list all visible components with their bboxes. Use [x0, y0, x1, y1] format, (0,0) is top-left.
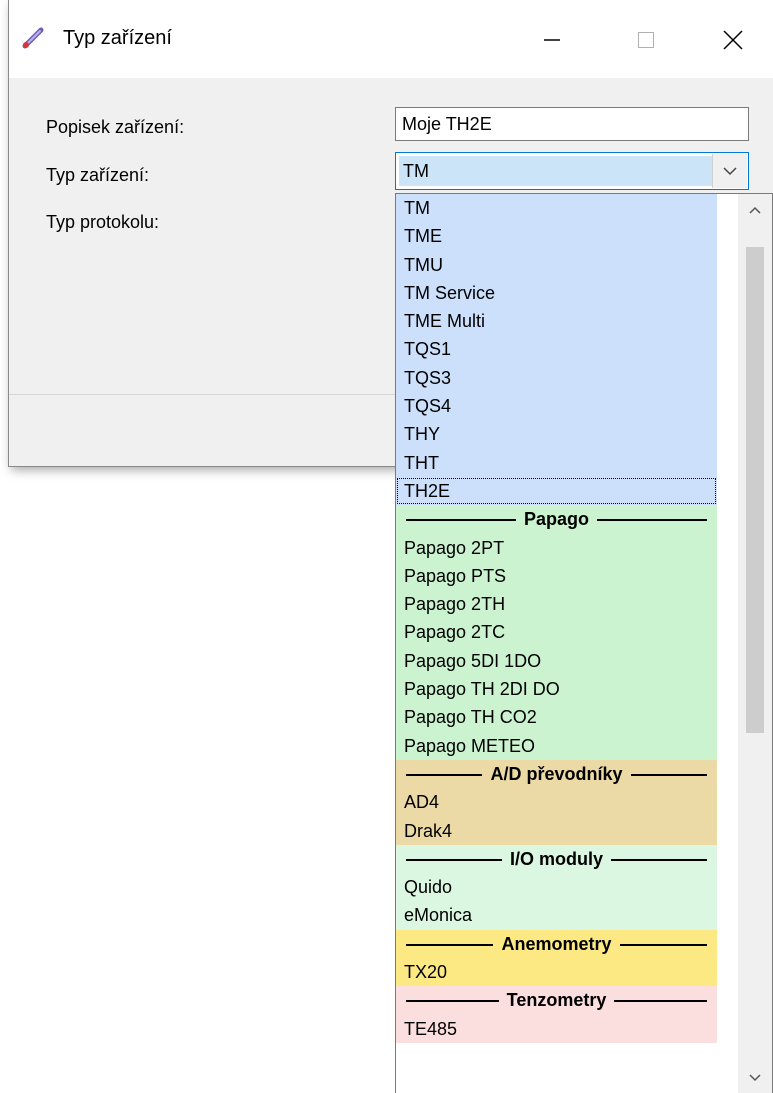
list-item[interactable]: TM — [396, 194, 717, 223]
list-group-header: A/D převodníky — [396, 759, 717, 789]
group-header-label: Papago — [515, 509, 597, 530]
list-item[interactable]: Papago 2TH — [396, 590, 717, 619]
chevron-down-icon — [749, 1074, 761, 1082]
list-item[interactable]: TM Service — [396, 278, 717, 308]
window-title: Typ zařízení — [63, 27, 172, 49]
dropdown-scrollbar[interactable] — [738, 194, 772, 1093]
device-label-label: Popisek zařízení: — [46, 117, 185, 137]
protocol-type-label: Typ protokolu: — [46, 212, 160, 232]
list-item[interactable]: AD4 — [396, 788, 717, 817]
list-item[interactable]: TMU — [396, 250, 717, 279]
group-header-label: Tenzometry — [498, 990, 615, 1011]
close-button[interactable] — [713, 20, 753, 60]
list-item[interactable]: Papago 5DI 1DO — [396, 646, 717, 676]
device-type-dropdown-list[interactable]: TM TME TMU TM Service TME Multi TQS1 TQS3 TQS4 T… — [395, 193, 773, 1093]
device-label-input[interactable]: Moje TH2E — [395, 107, 749, 141]
close-icon — [723, 30, 743, 50]
list-item[interactable]: TQS4 — [396, 392, 717, 421]
list-item[interactable]: Papago METEO — [396, 731, 717, 760]
list-item[interactable]: Quido — [396, 873, 717, 902]
list-item[interactable]: Papago PTS — [396, 561, 717, 591]
list-item[interactable]: THT — [396, 448, 717, 477]
combo-dropdown-button[interactable] — [712, 154, 747, 188]
list-group-header: Papago — [396, 505, 717, 534]
list-item[interactable]: TQS3 — [396, 363, 717, 393]
maximize-button[interactable] — [626, 20, 666, 60]
chevron-up-icon — [749, 206, 761, 214]
group-header-label: Anemometry — [493, 933, 620, 954]
list-item[interactable]: TX20 — [396, 958, 717, 987]
scroll-thumb[interactable] — [746, 247, 764, 733]
list-item[interactable]: TQS1 — [396, 335, 717, 364]
list-item[interactable]: TE485 — [396, 1014, 717, 1043]
chevron-down-icon — [723, 167, 737, 176]
thermometer-icon — [22, 27, 44, 49]
list-item[interactable]: Papago 2PT — [396, 533, 717, 562]
device-type-label: Typ zařízení: — [46, 165, 150, 185]
minimize-button[interactable] — [532, 20, 572, 60]
list-item[interactable]: THY — [396, 420, 717, 449]
group-header-label: I/O moduly — [501, 848, 611, 869]
list-item[interactable]: TME — [396, 222, 717, 251]
list-group-header: Tenzometry — [396, 986, 717, 1015]
list-item[interactable]: Drak4 — [396, 816, 717, 845]
list-item[interactable]: Papago 2TC — [396, 618, 717, 647]
list-item[interactable]: TH2E — [396, 476, 717, 506]
device-type-selected: TM — [399, 156, 712, 186]
list-item[interactable]: Papago TH 2DI DO — [396, 675, 717, 704]
list-item[interactable]: TME Multi — [396, 307, 717, 336]
device-type-combobox[interactable]: TM — [395, 152, 749, 190]
list-group-header: I/O moduly — [396, 844, 717, 874]
list-group-header: Anemometry — [396, 929, 717, 959]
title-bar[interactable]: Typ zařízení — [9, 0, 773, 78]
scroll-down-button[interactable] — [738, 1060, 772, 1093]
dropdown-items: TM TME TMU TM Service TME Multi TQS1 TQS3 TQS4 T… — [396, 194, 717, 1043]
list-item[interactable]: eMonica — [396, 901, 717, 930]
list-item[interactable]: Papago TH CO2 — [396, 703, 717, 732]
scroll-up-button[interactable] — [738, 194, 772, 228]
group-header-label: A/D převodníky — [482, 763, 631, 784]
